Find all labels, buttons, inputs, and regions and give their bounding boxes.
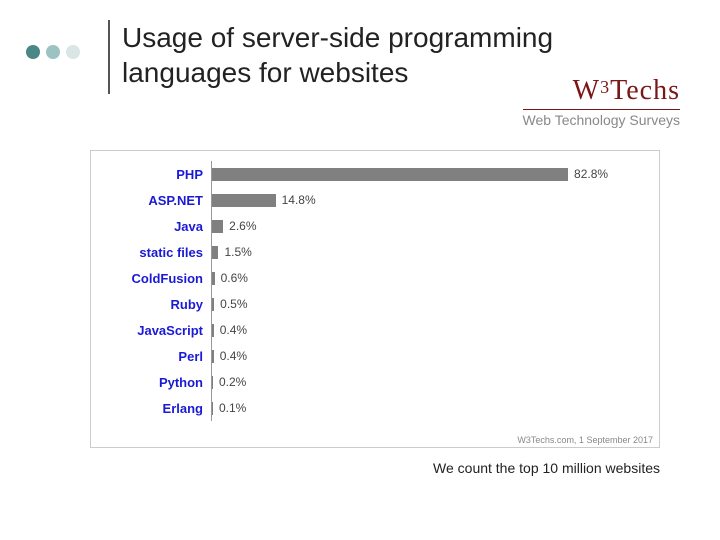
- category-label: Ruby: [97, 297, 211, 312]
- dot-icon: [46, 45, 60, 59]
- brand-name: W3Techs: [523, 75, 680, 107]
- category-label: Perl: [97, 349, 211, 364]
- chart-row: Erlang0.1%: [97, 395, 653, 421]
- slide: Usage of server-side programming languag…: [0, 0, 720, 540]
- bar-zone: 1.5%: [211, 239, 653, 265]
- brand-part: Techs: [610, 75, 680, 106]
- dot-icon: [26, 45, 40, 59]
- bar-zone: 0.4%: [211, 317, 653, 343]
- bar-zone: 0.5%: [211, 291, 653, 317]
- chart-row: JavaScript0.4%: [97, 317, 653, 343]
- chart-row: PHP 82.8%: [97, 161, 653, 187]
- brand-tagline: Web Technology Surveys: [523, 112, 680, 128]
- bar: [212, 194, 276, 207]
- value-label: 0.2%: [213, 375, 246, 389]
- value-label: 0.5%: [214, 297, 247, 311]
- value-label: 0.4%: [214, 323, 247, 337]
- category-label: Python: [97, 375, 211, 390]
- brand-logo: W3Techs Web Technology Surveys: [523, 75, 680, 128]
- dot-icon: [66, 45, 80, 59]
- decorative-dots: [26, 45, 80, 59]
- category-label: static files: [97, 245, 211, 260]
- chart-row: static files 1.5%: [97, 239, 653, 265]
- value-label: 14.8%: [276, 193, 316, 207]
- bar-zone: 2.6%: [211, 213, 653, 239]
- bar-zone: 0.1%: [211, 395, 653, 421]
- chart-row: Ruby0.5%: [97, 291, 653, 317]
- title-divider: [108, 20, 110, 94]
- brand-part: W: [573, 75, 600, 106]
- brand-sup: 3: [600, 77, 610, 97]
- category-label: JavaScript: [97, 323, 211, 338]
- bar-zone: 0.4%: [211, 343, 653, 369]
- category-label: ASP.NET: [97, 193, 211, 208]
- value-label: 1.5%: [218, 245, 251, 259]
- chart-row: ColdFusion 0.6%: [97, 265, 653, 291]
- category-label: Erlang: [97, 401, 211, 416]
- chart-row: Perl0.4%: [97, 343, 653, 369]
- bar-zone: 14.8%: [211, 187, 653, 213]
- bar: [212, 220, 223, 233]
- chart-row: Java 2.6%: [97, 213, 653, 239]
- category-label: PHP: [97, 167, 211, 182]
- value-label: 82.8%: [568, 167, 608, 181]
- value-label: 0.6%: [215, 271, 248, 285]
- category-label: ColdFusion: [97, 271, 211, 286]
- category-label: Java: [97, 219, 211, 234]
- bar-zone: 0.6%: [211, 265, 653, 291]
- bar-zone: 0.2%: [211, 369, 653, 395]
- footnote: We count the top 10 million websites: [0, 460, 660, 476]
- bar-chart: PHP 82.8% ASP.NET 14.8% Java 2.6% static files…: [90, 150, 660, 448]
- bar: [212, 168, 568, 181]
- brand-underline: [523, 109, 680, 110]
- bar-zone: 82.8%: [211, 161, 653, 187]
- value-label: 0.4%: [214, 349, 247, 363]
- chart-row: Python0.2%: [97, 369, 653, 395]
- value-label: 2.6%: [223, 219, 256, 233]
- chart-row: ASP.NET 14.8%: [97, 187, 653, 213]
- value-label: 0.1%: [213, 401, 246, 415]
- chart-source: W3Techs.com, 1 September 2017: [517, 435, 653, 445]
